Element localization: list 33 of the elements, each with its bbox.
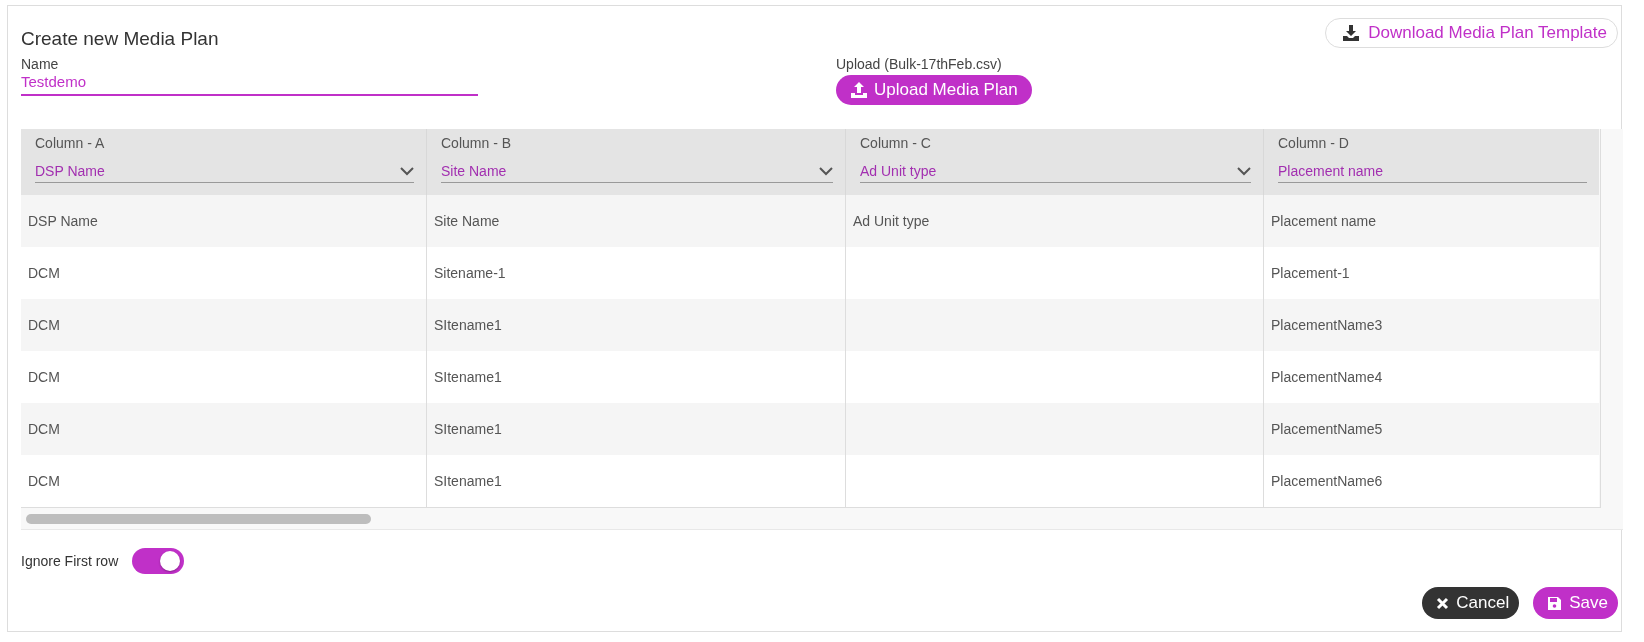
table-cell: PlacementName6 (1263, 455, 1599, 507)
column-mapping-select[interactable]: Site Name (441, 163, 833, 183)
table-cell: DCM (21, 351, 426, 403)
chevron-down-icon (819, 166, 833, 176)
chevron-down-icon (400, 166, 414, 176)
column-heading: Column - D (1278, 135, 1350, 151)
cancel-button[interactable]: Cancel (1422, 587, 1520, 619)
table-cell: PlacementName4 (1263, 351, 1599, 403)
table-cell: Placement-1 (1263, 247, 1599, 299)
save-button[interactable]: Save (1533, 587, 1618, 619)
upload-icon (850, 81, 868, 99)
table-cell: Sitename-1 (426, 247, 845, 299)
download-template-button[interactable]: Download Media Plan Template (1325, 18, 1618, 48)
table-cell: SItename1 (426, 455, 845, 507)
chevron-down-icon (1237, 166, 1251, 176)
column-heading: Column - A (35, 135, 106, 151)
download-icon (1342, 24, 1361, 42)
column-mapping-select[interactable]: DSP Name (35, 163, 414, 183)
name-label: Name (21, 56, 60, 72)
upload-label: Upload (Bulk-17thFeb.csv) (836, 56, 1003, 72)
column-mapping-select[interactable]: Ad Unit type (860, 163, 1251, 183)
ignore-first-row-toggle[interactable] (132, 548, 185, 574)
scrollbar[interactable] (26, 513, 371, 524)
upload-media-plan-button[interactable]: Upload Media Plan (836, 75, 1032, 105)
table-cell: DCM (21, 247, 426, 299)
table-cell: SItename1 (426, 351, 845, 403)
close-icon (1436, 596, 1450, 610)
toggle-label: Ignore First row (21, 553, 119, 569)
column-heading: Column - C (860, 135, 932, 151)
column-heading: Column - B (441, 135, 513, 151)
page-title: Create new Media Plan (21, 28, 219, 50)
column-mapping-field[interactable]: Placement name (1278, 163, 1587, 183)
table-cell: DCM (21, 455, 426, 507)
